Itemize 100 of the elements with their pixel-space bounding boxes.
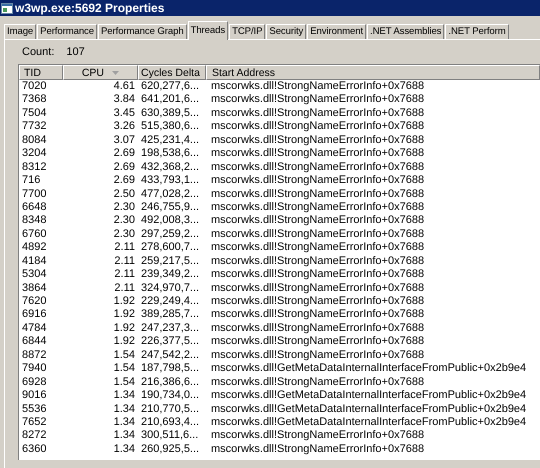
table-cell-text: 1.34	[112, 389, 136, 402]
table-cell-text: 7700	[21, 188, 48, 201]
table-cell-text: 216,386,6...	[140, 376, 200, 390]
table-cell-text: 1.92	[112, 308, 136, 322]
table-cell-text: mscorwks.dll!GetMetaDataInternalInterfaceFromPublic+0x2b9e4	[210, 416, 528, 430]
column-header[interactable]: Cycles Delta	[138, 65, 206, 80]
table-cell-text: 1.54	[112, 362, 136, 376]
table-cell-text: 425,231,4...	[140, 134, 200, 148]
table-cell-text: 3.45	[112, 106, 136, 120]
table-cell-text: 2.30	[112, 228, 136, 242]
table-cell-text: 630,389,5...	[140, 106, 200, 120]
tab[interactable]: Security	[266, 24, 306, 39]
table-cell-text: 2.11	[113, 241, 136, 255]
table-cell-text: 7732	[21, 120, 48, 134]
table-cell-text: mscorwks.dll!StrongNameErrorInfo+0x7688	[210, 214, 426, 228]
table-cell-text: 3864	[21, 282, 48, 295]
table-cell-text: 297,259,2...	[140, 228, 200, 242]
table-cell-text: 278,600,7...	[140, 241, 200, 255]
table-cell-text: 2.69	[112, 147, 136, 161]
table-cell-text: mscorwks.dll!StrongNameErrorInfo+0x7688	[210, 442, 426, 456]
table-cell-text: 259,217,5...	[140, 254, 200, 268]
table-cell-text: 1.34	[112, 442, 136, 456]
table-cell-text: 2.69	[112, 160, 136, 174]
table-cell-text: 7652	[21, 416, 48, 430]
table-cell-text: 7368	[21, 93, 48, 107]
table-cell-text: 1.34	[112, 416, 136, 430]
table-cell-text: 4784	[21, 322, 48, 336]
table-cell-text: 6916	[21, 308, 48, 322]
table-cell-text: 187,798,5...	[140, 362, 200, 376]
table-cell-text: 716	[21, 174, 42, 188]
tab[interactable]: Threads	[188, 21, 228, 40]
table-cell-text: 8348	[21, 214, 48, 228]
table-cell-text: 6648	[21, 200, 48, 214]
table-cell-text: mscorwks.dll!GetMetaDataInternalInterfaceFromPublic+0x2b9e4	[210, 402, 528, 416]
table-cell-text: 2.30	[112, 214, 136, 228]
table-cell-text: 190,734,0...	[140, 389, 200, 402]
table-cell-text: 7504	[21, 106, 48, 120]
tab[interactable]: Image	[4, 24, 36, 39]
column-header[interactable]: Start Address	[206, 65, 540, 80]
table-cell-text: 515,380,6...	[140, 120, 200, 134]
table-cell-text: mscorwks.dll!StrongNameErrorInfo+0x7688	[210, 200, 426, 214]
table-cell-text: 1.34	[112, 429, 136, 443]
column-header[interactable]: TID	[19, 65, 63, 80]
tab[interactable]: Performance Graph	[98, 24, 187, 39]
tab[interactable]: Environment	[307, 24, 366, 39]
table-cell-text: mscorwks.dll!StrongNameErrorInfo+0x7688	[210, 254, 426, 268]
table-cell-text: 210,693,4...	[140, 416, 200, 430]
table-cell-text: 6760	[21, 228, 48, 242]
table-cell-text: 7940	[21, 362, 48, 376]
table-cell-text: 226,377,5...	[140, 335, 200, 349]
table-cell-text: 4184	[21, 254, 48, 268]
table-cell-text: 2.11	[113, 254, 136, 268]
table-cell-text: 2.69	[112, 174, 136, 188]
table-cell-text: 247,237,3...	[140, 322, 200, 336]
count-label: Count:	[22, 46, 54, 60]
table-cell-text: mscorwks.dll!StrongNameErrorInfo+0x7688	[210, 376, 426, 390]
table-cell-text: 3.07	[112, 134, 136, 148]
sort-arrow-icon	[112, 70, 119, 74]
table-cell-text: 477,028,2...	[140, 188, 200, 201]
tab[interactable]: Performance	[37, 24, 97, 39]
table-cell-text: mscorwks.dll!GetMetaDataInternalInterfaceFromPublic+0x2b9e4	[210, 362, 528, 376]
table-cell-text: 6844	[21, 335, 48, 349]
table-cell-text: 3.84	[112, 93, 136, 107]
window-title: w3wp.exe:5692 Properties	[15, 1, 164, 15]
table-cell-text: 641,201,6...	[140, 93, 200, 107]
table-cell-text: mscorwks.dll!StrongNameErrorInfo+0x7688	[210, 295, 426, 308]
table-cell-text: mscorwks.dll!StrongNameErrorInfo+0x7688	[210, 308, 426, 322]
table-cell-text: 198,538,6...	[140, 147, 200, 161]
table-cell-text: mscorwks.dll!StrongNameErrorInfo+0x7688	[210, 120, 426, 134]
table-cell-text: 432,368,2...	[140, 160, 200, 174]
table-cell-text: mscorwks.dll!StrongNameErrorInfo+0x7688	[210, 147, 426, 161]
table-cell-text: mscorwks.dll!StrongNameErrorInfo+0x7688	[210, 268, 426, 282]
table-cell-text: mscorwks.dll!StrongNameErrorInfo+0x7688	[210, 228, 426, 242]
table-cell-text: mscorwks.dll!GetMetaDataInternalInterfaceFromPublic+0x2b9e4	[210, 389, 528, 402]
table-cell-text: 2.11	[113, 282, 136, 295]
table-cell-text: 1.34	[112, 402, 136, 416]
table-cell-text: 492,008,3...	[140, 214, 200, 228]
tab[interactable]: .NET Perform	[445, 24, 509, 39]
table-cell-text: 7620	[21, 295, 48, 308]
table-cell-text: 433,793,1...	[140, 174, 200, 188]
count-value: 107	[66, 46, 85, 60]
table-cell-text: 7020	[21, 80, 48, 94]
table-cell-text: 6360	[21, 442, 48, 456]
table-cell-text: mscorwks.dll!StrongNameErrorInfo+0x7688	[210, 335, 426, 349]
window-icon	[1, 2, 13, 14]
table-cell-text: 324,970,7...	[140, 282, 200, 295]
table-cell-text: 389,285,7...	[140, 308, 200, 322]
table-cell-text: 246,755,9...	[140, 200, 200, 214]
table-cell-text: 620,277,6...	[140, 80, 200, 94]
table-cell-text: 3204	[21, 147, 48, 161]
table-cell-text: 210,770,5...	[140, 402, 200, 416]
tab[interactable]: TCP/IP	[229, 24, 266, 39]
table-cell-text: 4.61	[112, 80, 136, 94]
table-cell-text: mscorwks.dll!StrongNameErrorInfo+0x7688	[210, 134, 426, 148]
tab[interactable]: .NET Assemblies	[367, 24, 444, 39]
table-cell-text: 2.30	[112, 200, 136, 214]
table-cell-text: mscorwks.dll!StrongNameErrorInfo+0x7688	[210, 106, 426, 120]
table-cell-text: 1.92	[112, 322, 136, 336]
column-header[interactable]: CPU	[63, 65, 138, 80]
table-cell-text: 3.26	[112, 120, 136, 134]
